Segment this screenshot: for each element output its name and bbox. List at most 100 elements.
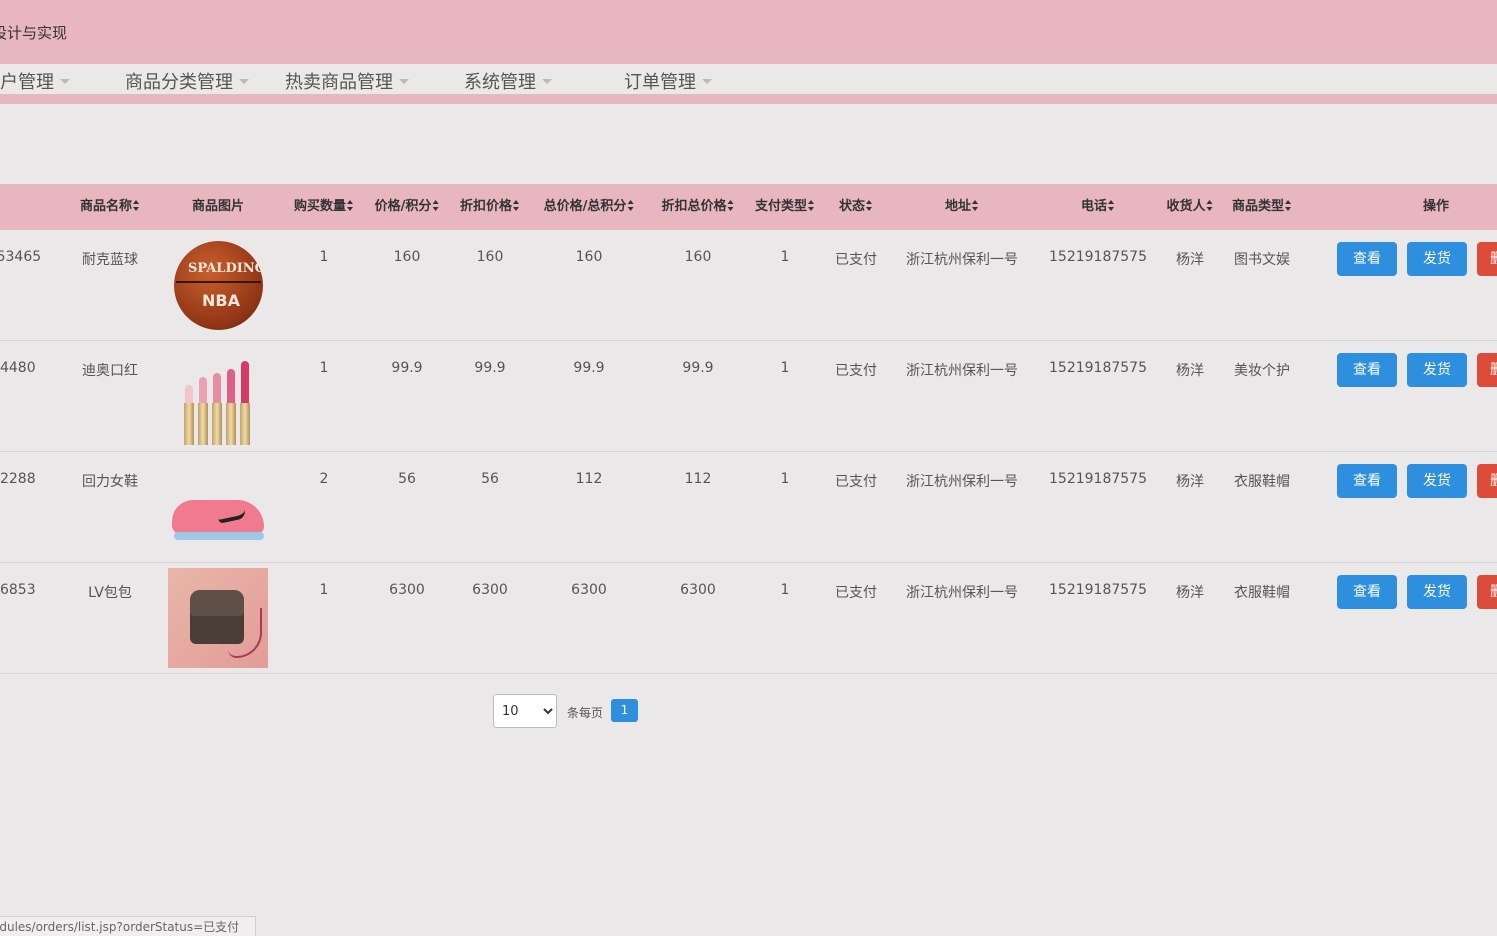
column-label: 折扣总价格	[661, 199, 727, 214]
nav-label: 用户管理	[0, 72, 54, 93]
column-header-discount-total[interactable]: 折扣总价格	[661, 184, 734, 230]
sort-icon	[808, 199, 815, 211]
nav-user-management[interactable]: 用户管理	[0, 68, 70, 94]
status-cell: 已支付	[835, 363, 877, 379]
pay-type-cell: 1	[780, 471, 790, 487]
nav-divider	[0, 94, 1497, 104]
column-label: 折扣价格	[459, 199, 513, 214]
address-cell: 浙江杭州保利一号	[906, 474, 1018, 490]
column-label: 状态	[838, 199, 866, 214]
order-number-cell: 22288	[0, 471, 36, 487]
caret-down-icon	[542, 79, 552, 84]
status-cell: 已支付	[835, 474, 877, 490]
column-header-price[interactable]: 价格/积分	[375, 184, 440, 230]
receiver-cell: 杨洋	[1176, 252, 1204, 268]
view-button[interactable]: 查看	[1337, 464, 1397, 498]
column-header-total[interactable]: 总价格/总积分	[544, 184, 635, 230]
page-size-select[interactable]: 10	[493, 694, 557, 728]
sort-icon	[866, 199, 873, 211]
nav-system-management[interactable]: 系统管理	[464, 68, 552, 94]
basketball-graphic: SPALDING NBA	[174, 241, 266, 330]
column-label: 地址	[944, 199, 972, 214]
phone-cell: 15219187575	[1049, 249, 1147, 265]
qty-cell: 1	[319, 582, 329, 598]
sneaker-graphic	[172, 500, 264, 540]
column-header-qty[interactable]: 购买数量	[294, 184, 354, 230]
product-name-cell: 迪奥口红	[82, 363, 138, 379]
app-title: 设计与实现	[0, 24, 68, 42]
lipstick-graphic	[184, 383, 194, 445]
delete-button[interactable]: 删	[1477, 353, 1497, 387]
sort-icon	[133, 199, 140, 211]
phone-cell: 15219187575	[1049, 471, 1147, 487]
phone-cell: 15219187575	[1049, 360, 1147, 376]
column-header-category[interactable]: 商品类型	[1232, 184, 1292, 230]
column-header-discount-price[interactable]: 折扣价格	[460, 184, 520, 230]
view-button[interactable]: 查看	[1337, 575, 1397, 609]
main-nav: 用户管理 商品分类管理 热卖商品管理 系统管理 订单管理	[0, 64, 1497, 94]
pay-type-cell: 1	[780, 249, 790, 265]
ball-brand-text: SPALDING	[188, 261, 266, 276]
column-label: 总价格/总积分	[543, 199, 627, 214]
product-name-cell: LV包包	[88, 585, 132, 601]
product-name-cell: 回力女鞋	[82, 474, 138, 490]
status-cell: 已支付	[835, 585, 877, 601]
lipstick-graphic	[226, 367, 236, 445]
ship-button[interactable]: 发货	[1407, 353, 1467, 387]
discount-total-cell: 160	[684, 249, 712, 265]
column-header-address[interactable]: 地址	[945, 184, 979, 230]
pay-type-cell: 1	[780, 582, 790, 598]
status-cell: 已支付	[835, 252, 877, 268]
column-header-pay-type[interactable]: 支付类型	[755, 184, 815, 230]
handbag-image	[168, 568, 268, 668]
column-header-receiver[interactable]: 收货人	[1166, 184, 1213, 230]
lipstick-graphic	[240, 359, 250, 445]
column-label: 收货人	[1166, 199, 1206, 214]
price-cell: 160	[393, 249, 421, 265]
total-cell: 6300	[571, 582, 607, 598]
column-header-name[interactable]: 商品名称	[80, 184, 140, 230]
caret-down-icon	[60, 79, 70, 84]
column-label: 电话	[1080, 199, 1108, 214]
delete-button[interactable]: 删	[1477, 242, 1497, 276]
order-number-cell: 96853	[0, 582, 36, 598]
column-header-image: 商品图片	[192, 184, 244, 230]
view-button[interactable]: 查看	[1337, 353, 1397, 387]
status-url: odules/orders/list.jsp?orderStatus=已支付	[0, 920, 240, 934]
column-header-phone[interactable]: 电话	[1081, 184, 1115, 230]
table-header: 商品名称 商品图片 购买数量 价格/积分 折扣价格 总价格/总积分 折扣总价格 …	[0, 184, 1497, 230]
view-button[interactable]: 查看	[1337, 242, 1397, 276]
nav-category-management[interactable]: 商品分类管理	[125, 68, 249, 94]
order-number-cell: 04480	[0, 360, 36, 376]
lipstick-image	[168, 349, 268, 449]
per-page-label: 条每页	[567, 706, 604, 720]
nav-label: 商品分类管理	[125, 72, 233, 93]
caret-down-icon	[239, 79, 249, 84]
column-header-status[interactable]: 状态	[839, 184, 873, 230]
column-label: 购买数量	[293, 199, 347, 214]
sort-icon	[1108, 199, 1115, 211]
category-cell: 衣服鞋帽	[1234, 585, 1290, 601]
qty-cell: 2	[319, 471, 329, 487]
receiver-cell: 杨洋	[1176, 363, 1204, 379]
table-row: 22288 回力女鞋 2 56 56 112 112 1 已支付 浙江杭州保利一…	[0, 452, 1497, 563]
discount-total-cell: 112	[684, 471, 712, 487]
total-cell: 160	[575, 249, 603, 265]
browser-status-bar: odules/orders/list.jsp?orderStatus=已支付	[0, 916, 257, 936]
page-button-current[interactable]: 1	[611, 699, 638, 722]
basketball-image: SPALDING NBA	[168, 238, 268, 338]
nav-hot-products-management[interactable]: 热卖商品管理	[285, 68, 409, 94]
ship-button[interactable]: 发货	[1407, 242, 1467, 276]
address-cell: 浙江杭州保利一号	[906, 585, 1018, 601]
ship-button[interactable]: 发货	[1407, 464, 1467, 498]
caret-down-icon	[702, 79, 712, 84]
ball-league-text: NBA	[202, 291, 240, 310]
nav-order-management[interactable]: 订单管理	[624, 68, 712, 94]
ship-button[interactable]: 发货	[1407, 575, 1467, 609]
total-cell: 99.9	[573, 360, 605, 376]
delete-button[interactable]: 删	[1477, 575, 1497, 609]
price-cell: 99.9	[391, 360, 423, 376]
discount-price-cell: 56	[481, 471, 499, 487]
delete-button[interactable]: 删	[1477, 464, 1497, 498]
qty-cell: 1	[319, 249, 329, 265]
